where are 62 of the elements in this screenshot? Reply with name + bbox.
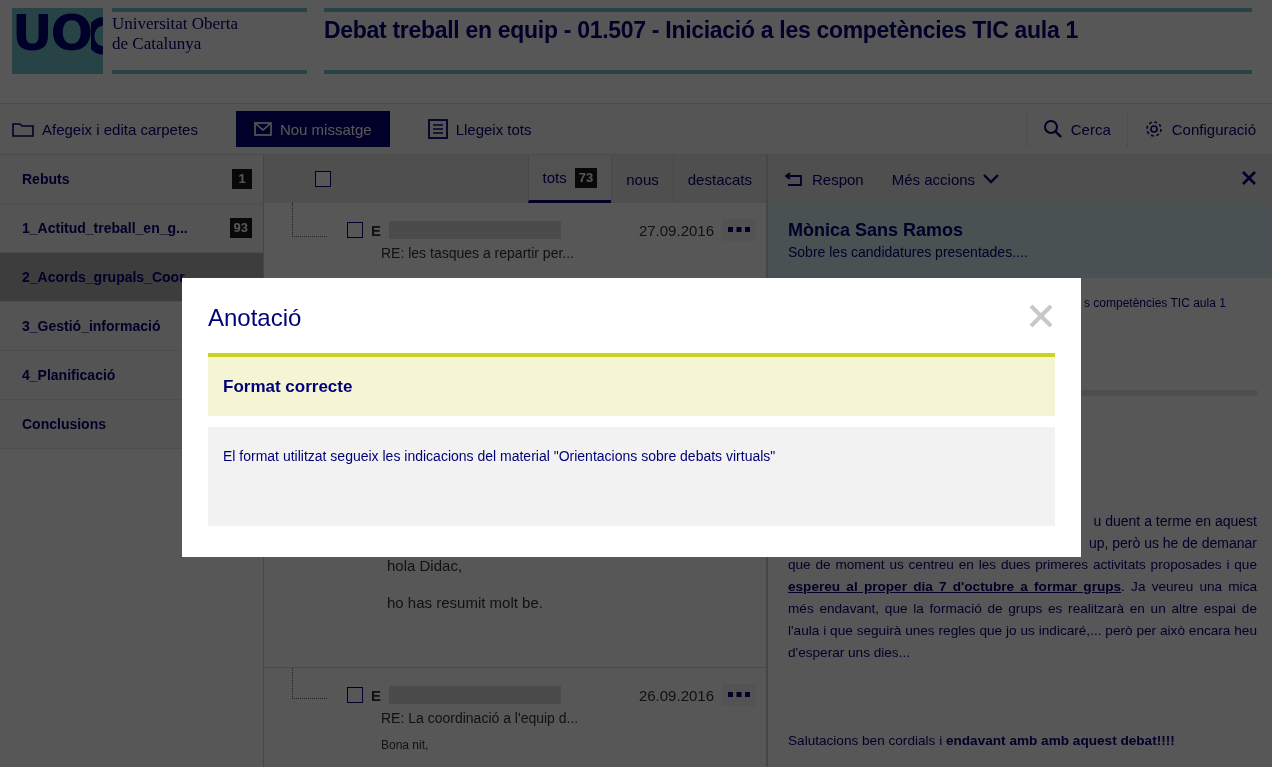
university-name: Universitat Oberta bbox=[112, 14, 240, 34]
folder-name: 1_Actitud_treball_en_g... bbox=[22, 220, 188, 236]
toolbar-button[interactable]: Nou missatge bbox=[235, 111, 390, 147]
toolbar-button[interactable]: Cerca bbox=[1025, 111, 1127, 147]
message-subject[interactable]: RE: les tasques a repartir per... bbox=[381, 245, 766, 261]
filter-tab[interactable]: nous bbox=[611, 155, 673, 203]
sender-name: Mònica Sans Ramos bbox=[788, 220, 965, 241]
more-button[interactable] bbox=[722, 684, 756, 706]
folder-name: 4_Planificació bbox=[22, 367, 116, 383]
settings-icon bbox=[1143, 119, 1164, 139]
message-checkbox[interactable] bbox=[347, 687, 363, 703]
filter-tab[interactable]: tots 73 bbox=[527, 155, 612, 203]
folder-name: Conclusions bbox=[22, 416, 106, 432]
sender-initial: E bbox=[371, 686, 381, 704]
page-title: Debat treball en equip - 01.507 - Iniciació a les competències TIC aula 1 bbox=[324, 16, 1079, 44]
dots-icon bbox=[728, 692, 750, 698]
reader-action[interactable]: Respon bbox=[784, 170, 876, 188]
university-name: de Catalunya bbox=[112, 34, 203, 54]
message-subject[interactable]: RE: La coordinació a l'equip d... bbox=[381, 710, 766, 726]
tab-label: nous bbox=[626, 170, 659, 188]
annotation-text: El format utilitzat segueix les indicacions del material "Orientacions sobre debats virtuals" bbox=[223, 448, 776, 464]
folder-icon bbox=[12, 121, 34, 137]
folder-name: 2_Acords_grupals_Coor bbox=[22, 269, 185, 285]
search-icon bbox=[1042, 119, 1063, 139]
logo-c-icon bbox=[91, 14, 103, 58]
close-icon bbox=[1242, 170, 1256, 185]
message-preview: Bona nit, bbox=[381, 738, 430, 752]
select-all-checkbox[interactable] bbox=[315, 171, 331, 187]
count-badge: 73 bbox=[574, 167, 598, 188]
filter-tab[interactable]: destacats bbox=[672, 155, 766, 203]
more-button[interactable] bbox=[722, 219, 756, 241]
chevron-down-icon bbox=[983, 174, 1000, 184]
count-badge: 1 bbox=[232, 169, 252, 189]
message-text: ho has resumit molt be. bbox=[387, 594, 544, 611]
folder-name: Rebuts bbox=[22, 171, 70, 187]
count-badge: 93 bbox=[229, 218, 252, 238]
message-checkbox[interactable] bbox=[347, 222, 363, 238]
sender-initial: E bbox=[371, 221, 381, 239]
folder-name: 3_Gestió_informació bbox=[22, 318, 161, 334]
toolbar-button[interactable]: Configuració bbox=[1126, 111, 1272, 147]
thread-connector bbox=[292, 203, 327, 237]
document-icon bbox=[427, 119, 448, 139]
reply-icon bbox=[784, 172, 804, 186]
message-text: hola Didac, bbox=[387, 557, 464, 574]
message-date: 27.09.2016 bbox=[638, 221, 714, 239]
thread-connector bbox=[292, 668, 327, 699]
message-subject: Sobre les candidatures presentades.... bbox=[788, 244, 1029, 260]
message-text: u duent a terme en aquest bbox=[1092, 512, 1257, 531]
envelope-icon bbox=[253, 122, 272, 136]
toolbar-button[interactable]: Afegeix i edita carpetes bbox=[0, 111, 210, 147]
dots-icon bbox=[728, 227, 750, 233]
close-button[interactable] bbox=[1029, 303, 1053, 328]
toolbar-button[interactable]: Llegeix tots bbox=[415, 111, 544, 147]
reader-action[interactable]: Més accions bbox=[891, 170, 1012, 188]
course-name: s competències TIC aula 1 bbox=[1084, 296, 1227, 310]
message-date: 26.09.2016 bbox=[638, 686, 714, 704]
message-text: up, però us he de demanar bbox=[1087, 534, 1257, 553]
tab-label: destacats bbox=[687, 170, 752, 188]
logo-text: UO bbox=[12, 8, 92, 58]
message-text: Salutacions ben cordials i endavant amb amb aquest debat!!!! bbox=[788, 732, 1176, 750]
close-icon bbox=[1029, 303, 1053, 328]
tab-label: tots bbox=[542, 169, 567, 186]
